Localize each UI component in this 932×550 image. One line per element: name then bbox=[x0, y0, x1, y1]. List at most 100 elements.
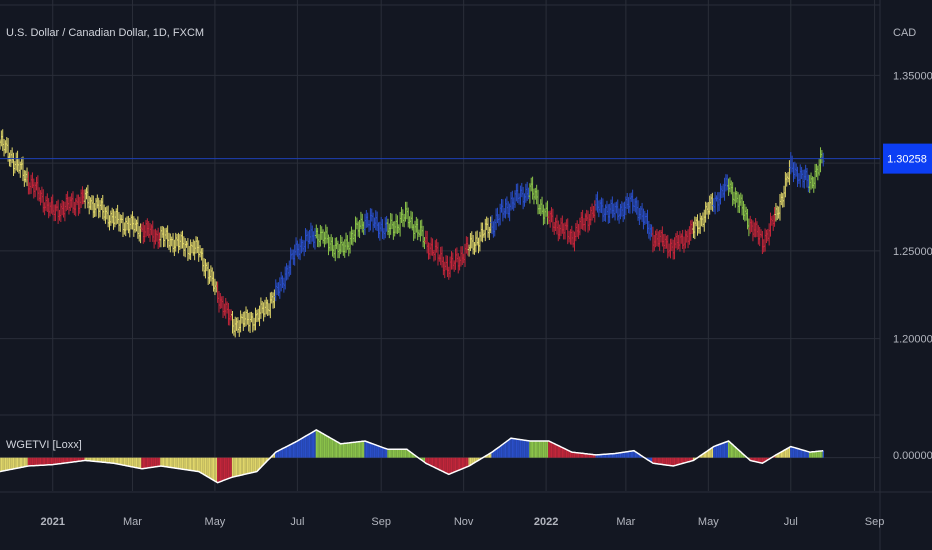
indicator-bar bbox=[195, 457, 197, 472]
indicator-bar bbox=[798, 448, 800, 458]
time-tick-label: Jul bbox=[784, 516, 798, 528]
indicator-bar bbox=[814, 451, 816, 458]
indicator-bar bbox=[307, 434, 309, 458]
indicator-bar bbox=[308, 433, 311, 458]
time-tick-label: 2022 bbox=[534, 516, 558, 528]
indicator-bar bbox=[783, 450, 785, 458]
indicator-bar bbox=[338, 443, 340, 458]
indicator-bar bbox=[12, 457, 15, 469]
indicator-bar bbox=[223, 457, 226, 481]
indicator-bar bbox=[550, 442, 553, 458]
time-tick-label: 2021 bbox=[40, 516, 64, 528]
indicator-bar bbox=[257, 457, 259, 471]
indicator-bar bbox=[199, 457, 201, 473]
indicator-bar bbox=[400, 449, 403, 458]
indicator-bar bbox=[811, 451, 814, 458]
indicator-bar bbox=[330, 438, 332, 458]
indicator-bar bbox=[192, 457, 195, 471]
indicator-bar bbox=[221, 457, 223, 482]
indicator-bar bbox=[368, 442, 370, 458]
indicator-bar bbox=[207, 457, 209, 478]
indicator-bar bbox=[57, 457, 59, 464]
indicator-bar bbox=[38, 457, 40, 466]
indicator-bar bbox=[430, 457, 432, 466]
indicator-bar bbox=[329, 437, 331, 458]
indicator-bar bbox=[318, 431, 320, 458]
symbol-title[interactable]: U.S. Dollar / Canadian Dollar, 1D, FXCM bbox=[6, 27, 204, 39]
indicator-bar bbox=[0, 457, 3, 472]
indicator-bar bbox=[794, 447, 796, 458]
indicator-bar bbox=[138, 457, 140, 469]
indicator-bar bbox=[441, 457, 443, 472]
indicator-bar bbox=[167, 457, 169, 467]
indicator-bar bbox=[627, 451, 630, 458]
indicator-bar bbox=[361, 441, 363, 458]
indicator-bar bbox=[519, 439, 522, 458]
indicator-bar bbox=[25, 457, 27, 467]
indicator-bar bbox=[335, 441, 338, 458]
indicator-bar bbox=[817, 451, 819, 458]
indicator-bar bbox=[245, 457, 247, 475]
indicator-bar bbox=[398, 449, 400, 458]
indicator-bar bbox=[726, 441, 728, 458]
indicator-bar bbox=[235, 457, 238, 477]
indicator-bar bbox=[177, 457, 180, 469]
indicator-bar bbox=[240, 457, 242, 476]
indicator-bar bbox=[822, 450, 824, 458]
indicator-bar bbox=[821, 450, 823, 458]
indicator-bar bbox=[233, 457, 235, 477]
indicator-bar bbox=[4, 457, 7, 471]
indicator-bar bbox=[465, 457, 468, 468]
indicator-bar bbox=[137, 457, 139, 468]
indicator-bar bbox=[448, 457, 450, 475]
indicator-bar bbox=[365, 441, 368, 458]
indicator-bar bbox=[660, 457, 662, 465]
indicator-bar bbox=[6, 457, 8, 471]
indicator-bar bbox=[180, 457, 182, 469]
indicator-bar bbox=[211, 457, 213, 480]
indicator-bar bbox=[440, 457, 442, 471]
indicator-bar bbox=[360, 441, 362, 458]
indicator-bar bbox=[725, 442, 727, 458]
indicator-bar bbox=[337, 442, 339, 458]
indicator-bar bbox=[429, 457, 431, 466]
indicator-bar bbox=[728, 441, 730, 458]
indicator-bar bbox=[536, 441, 538, 458]
indicator-bar bbox=[354, 442, 357, 458]
indicator-bar bbox=[344, 443, 346, 458]
indicator-bar bbox=[210, 457, 212, 479]
indicator-bar bbox=[30, 457, 32, 466]
indicator-bar bbox=[507, 440, 509, 458]
indicator-bar bbox=[49, 457, 51, 465]
indicator-bar bbox=[34, 457, 36, 466]
indicator-bar bbox=[433, 457, 435, 468]
indicator-bar bbox=[815, 451, 818, 458]
indicator-bar bbox=[513, 438, 515, 458]
indicator-bar bbox=[238, 457, 240, 476]
indicator-bar bbox=[129, 457, 131, 467]
indicator-name[interactable]: WGETVI [Loxx] bbox=[6, 439, 82, 451]
indicator-bar bbox=[818, 451, 820, 458]
indicator-bar bbox=[145, 457, 147, 469]
indicator-bar bbox=[322, 433, 324, 458]
indicator-bar bbox=[250, 457, 253, 473]
indicator-bar bbox=[630, 451, 632, 458]
indicator-bar bbox=[158, 457, 161, 467]
indicator-bar bbox=[723, 442, 726, 458]
indicator-bar bbox=[160, 457, 162, 466]
indicator-bar bbox=[367, 441, 369, 458]
indicator-bar bbox=[453, 457, 455, 473]
indicator-bar bbox=[349, 442, 351, 458]
indicator-bar bbox=[531, 441, 534, 458]
indicator-bar bbox=[454, 457, 457, 472]
indicator-bar bbox=[56, 457, 58, 465]
chart-root[interactable]: U.S. Dollar / Canadian Dollar, 1D, FXCM … bbox=[0, 0, 932, 550]
indicator-bar bbox=[10, 457, 12, 470]
indicator-bar bbox=[277, 450, 280, 458]
indicator-bar bbox=[664, 457, 666, 465]
indicator-bar bbox=[191, 457, 193, 471]
indicator-bar bbox=[19, 457, 21, 468]
indicator-bar bbox=[21, 457, 23, 468]
indicator-bar bbox=[655, 457, 657, 464]
indicator-bar bbox=[18, 457, 20, 468]
